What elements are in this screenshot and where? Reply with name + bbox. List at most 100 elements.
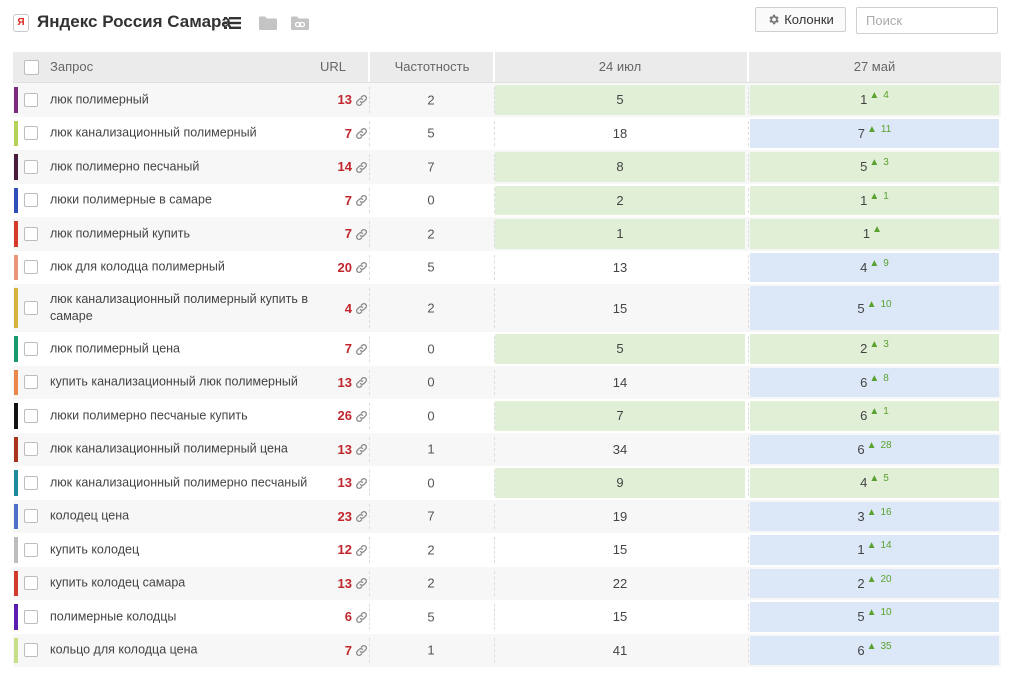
- row-checkbox[interactable]: [24, 92, 38, 107]
- table-row[interactable]: купить колодец 12 2 15 1 ▲ 14: [13, 533, 1001, 567]
- url-link[interactable]: 7: [313, 184, 368, 218]
- position-cell-date-2[interactable]: 6 ▲ 28: [750, 434, 999, 464]
- row-checkbox[interactable]: [24, 226, 38, 241]
- url-link[interactable]: 20: [313, 251, 368, 285]
- position-cell-date-1[interactable]: 41: [495, 636, 745, 666]
- position-cell-date-2[interactable]: 1 ▲ 1: [750, 185, 999, 215]
- folder-icon[interactable]: [259, 16, 277, 30]
- row-checkbox[interactable]: [24, 475, 38, 490]
- table-row[interactable]: купить канализационный люк полимерный 13 0…: [13, 365, 1001, 400]
- position-value: 5: [616, 92, 624, 108]
- columns-button[interactable]: Колонки: [755, 7, 846, 32]
- row-checkbox[interactable]: [24, 576, 38, 591]
- link-folder-icon[interactable]: [291, 16, 309, 30]
- position-cell-date-2[interactable]: 4 ▲ 5: [750, 468, 999, 498]
- position-cell-date-2[interactable]: 5 ▲ 3: [750, 152, 999, 182]
- position-cell-date-2[interactable]: 6 ▲ 1: [750, 401, 999, 431]
- row-checkbox[interactable]: [24, 375, 38, 390]
- table-row[interactable]: люки полимерно песчаные купить 26 0 7 6 ▲ 1: [13, 399, 1001, 433]
- position-change: 3: [883, 157, 889, 169]
- column-header-date-1[interactable]: 24 июл: [495, 52, 745, 82]
- position-cell-date-1[interactable]: 15: [495, 286, 745, 330]
- position-cell-date-1[interactable]: 19: [495, 502, 745, 532]
- position-cell-date-1[interactable]: 15: [495, 602, 745, 632]
- row-checkbox[interactable]: [24, 442, 38, 457]
- row-checkbox[interactable]: [24, 260, 38, 275]
- row-checkbox[interactable]: [24, 542, 38, 557]
- position-cell-date-2[interactable]: 5 ▲ 10: [750, 286, 999, 330]
- url-link[interactable]: 13: [313, 433, 368, 467]
- url-link[interactable]: 13: [313, 366, 368, 400]
- search-input[interactable]: [856, 7, 998, 34]
- select-all-checkbox[interactable]: [24, 60, 39, 75]
- row-checkbox[interactable]: [24, 193, 38, 208]
- list-icon[interactable]: [224, 16, 241, 30]
- url-link[interactable]: 23: [313, 500, 368, 534]
- position-cell-date-1[interactable]: 14: [495, 368, 745, 398]
- position-cell-date-1[interactable]: 1: [495, 219, 745, 249]
- table-row[interactable]: люк канализационный полимерно песчаный 13…: [13, 466, 1001, 500]
- position-cell-date-2[interactable]: 2 ▲ 3: [750, 334, 999, 364]
- position-cell-date-2[interactable]: 1 ▲: [750, 219, 999, 249]
- position-cell-date-1[interactable]: 15: [495, 535, 745, 565]
- table-row[interactable]: люк для колодца полимерный 20 5 13 4 ▲ 9: [13, 251, 1001, 285]
- url-link[interactable]: 6: [313, 600, 368, 634]
- table-row[interactable]: колодец цена 23 7 19 3 ▲ 16: [13, 499, 1001, 534]
- url-link[interactable]: 13: [313, 567, 368, 601]
- position-cell-date-1[interactable]: 22: [495, 569, 745, 599]
- position-cell-date-2[interactable]: 5 ▲ 10: [750, 602, 999, 632]
- position-cell-date-1[interactable]: 13: [495, 253, 745, 283]
- position-cell-date-1[interactable]: 7: [495, 401, 745, 431]
- position-cell-date-1[interactable]: 2: [495, 185, 745, 215]
- column-header-frequency[interactable]: Частотность: [370, 52, 494, 82]
- position-value: 4: [860, 475, 868, 491]
- url-link[interactable]: 26: [313, 399, 368, 433]
- table-row[interactable]: люк полимерно песчаный 14 7 8 5 ▲ 3: [13, 150, 1001, 184]
- position-cell-date-1[interactable]: 34: [495, 435, 745, 465]
- row-checkbox[interactable]: [24, 643, 38, 658]
- position-cell-date-2[interactable]: 6 ▲ 35: [750, 635, 999, 665]
- row-checkbox[interactable]: [24, 159, 38, 174]
- row-checkbox[interactable]: [24, 301, 38, 315]
- url-link[interactable]: 7: [313, 332, 368, 366]
- table-row[interactable]: люк канализационный полимерный цена 13 1 34…: [13, 432, 1001, 467]
- url-link[interactable]: 12: [313, 533, 368, 567]
- table-row[interactable]: полимерные колодцы 6 5 15 5 ▲ 10: [13, 600, 1001, 634]
- table-body: люк полимерный 13 2 5 1 ▲ 4 люк канализационный…: [13, 83, 1001, 667]
- row-checkbox[interactable]: [24, 609, 38, 624]
- url-link[interactable]: 4: [313, 284, 368, 332]
- row-checkbox[interactable]: [24, 341, 38, 356]
- row-checkbox[interactable]: [24, 509, 38, 524]
- url-link[interactable]: 7: [313, 117, 368, 151]
- table-row[interactable]: кольцо для колодца цена 7 1 41 6 ▲ 35: [13, 633, 1001, 668]
- url-link[interactable]: 13: [313, 83, 368, 117]
- table-row[interactable]: люки полимерные в самаре 7 0 2 1 ▲ 1: [13, 184, 1001, 218]
- position-cell-date-1[interactable]: 9: [495, 468, 745, 498]
- position-cell-date-2[interactable]: 3 ▲ 16: [750, 501, 999, 531]
- position-cell-date-1[interactable]: 5: [495, 85, 745, 115]
- url-link[interactable]: 7: [313, 634, 368, 668]
- table-row[interactable]: люк канализационный полимерный 7 5 18 7 ▲ 11: [13, 117, 1001, 151]
- row-checkbox[interactable]: [24, 126, 38, 141]
- position-cell-date-1[interactable]: 18: [495, 119, 745, 149]
- position-cell-date-2[interactable]: 2 ▲ 20: [750, 568, 999, 598]
- table-row[interactable]: люк полимерный цена 7 0 5 2 ▲ 3: [13, 332, 1001, 366]
- table-row[interactable]: люк полимерный купить 7 2 1 1 ▲: [13, 217, 1001, 251]
- url-link[interactable]: 13: [313, 466, 368, 500]
- position-cell-date-2[interactable]: 4 ▲ 9: [750, 252, 999, 282]
- position-cell-date-1[interactable]: 5: [495, 334, 745, 364]
- column-header-url[interactable]: URL: [320, 52, 346, 82]
- position-cell-date-2[interactable]: 7 ▲ 11: [750, 118, 999, 148]
- table-row[interactable]: люк канализационный полимерный купить в …: [13, 284, 1001, 332]
- position-cell-date-2[interactable]: 1 ▲ 4: [750, 85, 999, 115]
- url-link[interactable]: 7: [313, 217, 368, 251]
- column-header-date-2[interactable]: 27 май: [750, 52, 999, 82]
- table-row[interactable]: купить колодец самара 13 2 22 2 ▲ 20: [13, 566, 1001, 601]
- row-checkbox[interactable]: [24, 408, 38, 423]
- position-cell-date-2[interactable]: 1 ▲ 14: [750, 535, 999, 565]
- table-row[interactable]: люк полимерный 13 2 5 1 ▲ 4: [13, 83, 1001, 117]
- position-cell-date-2[interactable]: 6 ▲ 8: [750, 367, 999, 397]
- column-header-query[interactable]: Запрос: [50, 52, 93, 82]
- url-link[interactable]: 14: [313, 150, 368, 184]
- position-cell-date-1[interactable]: 8: [495, 152, 745, 182]
